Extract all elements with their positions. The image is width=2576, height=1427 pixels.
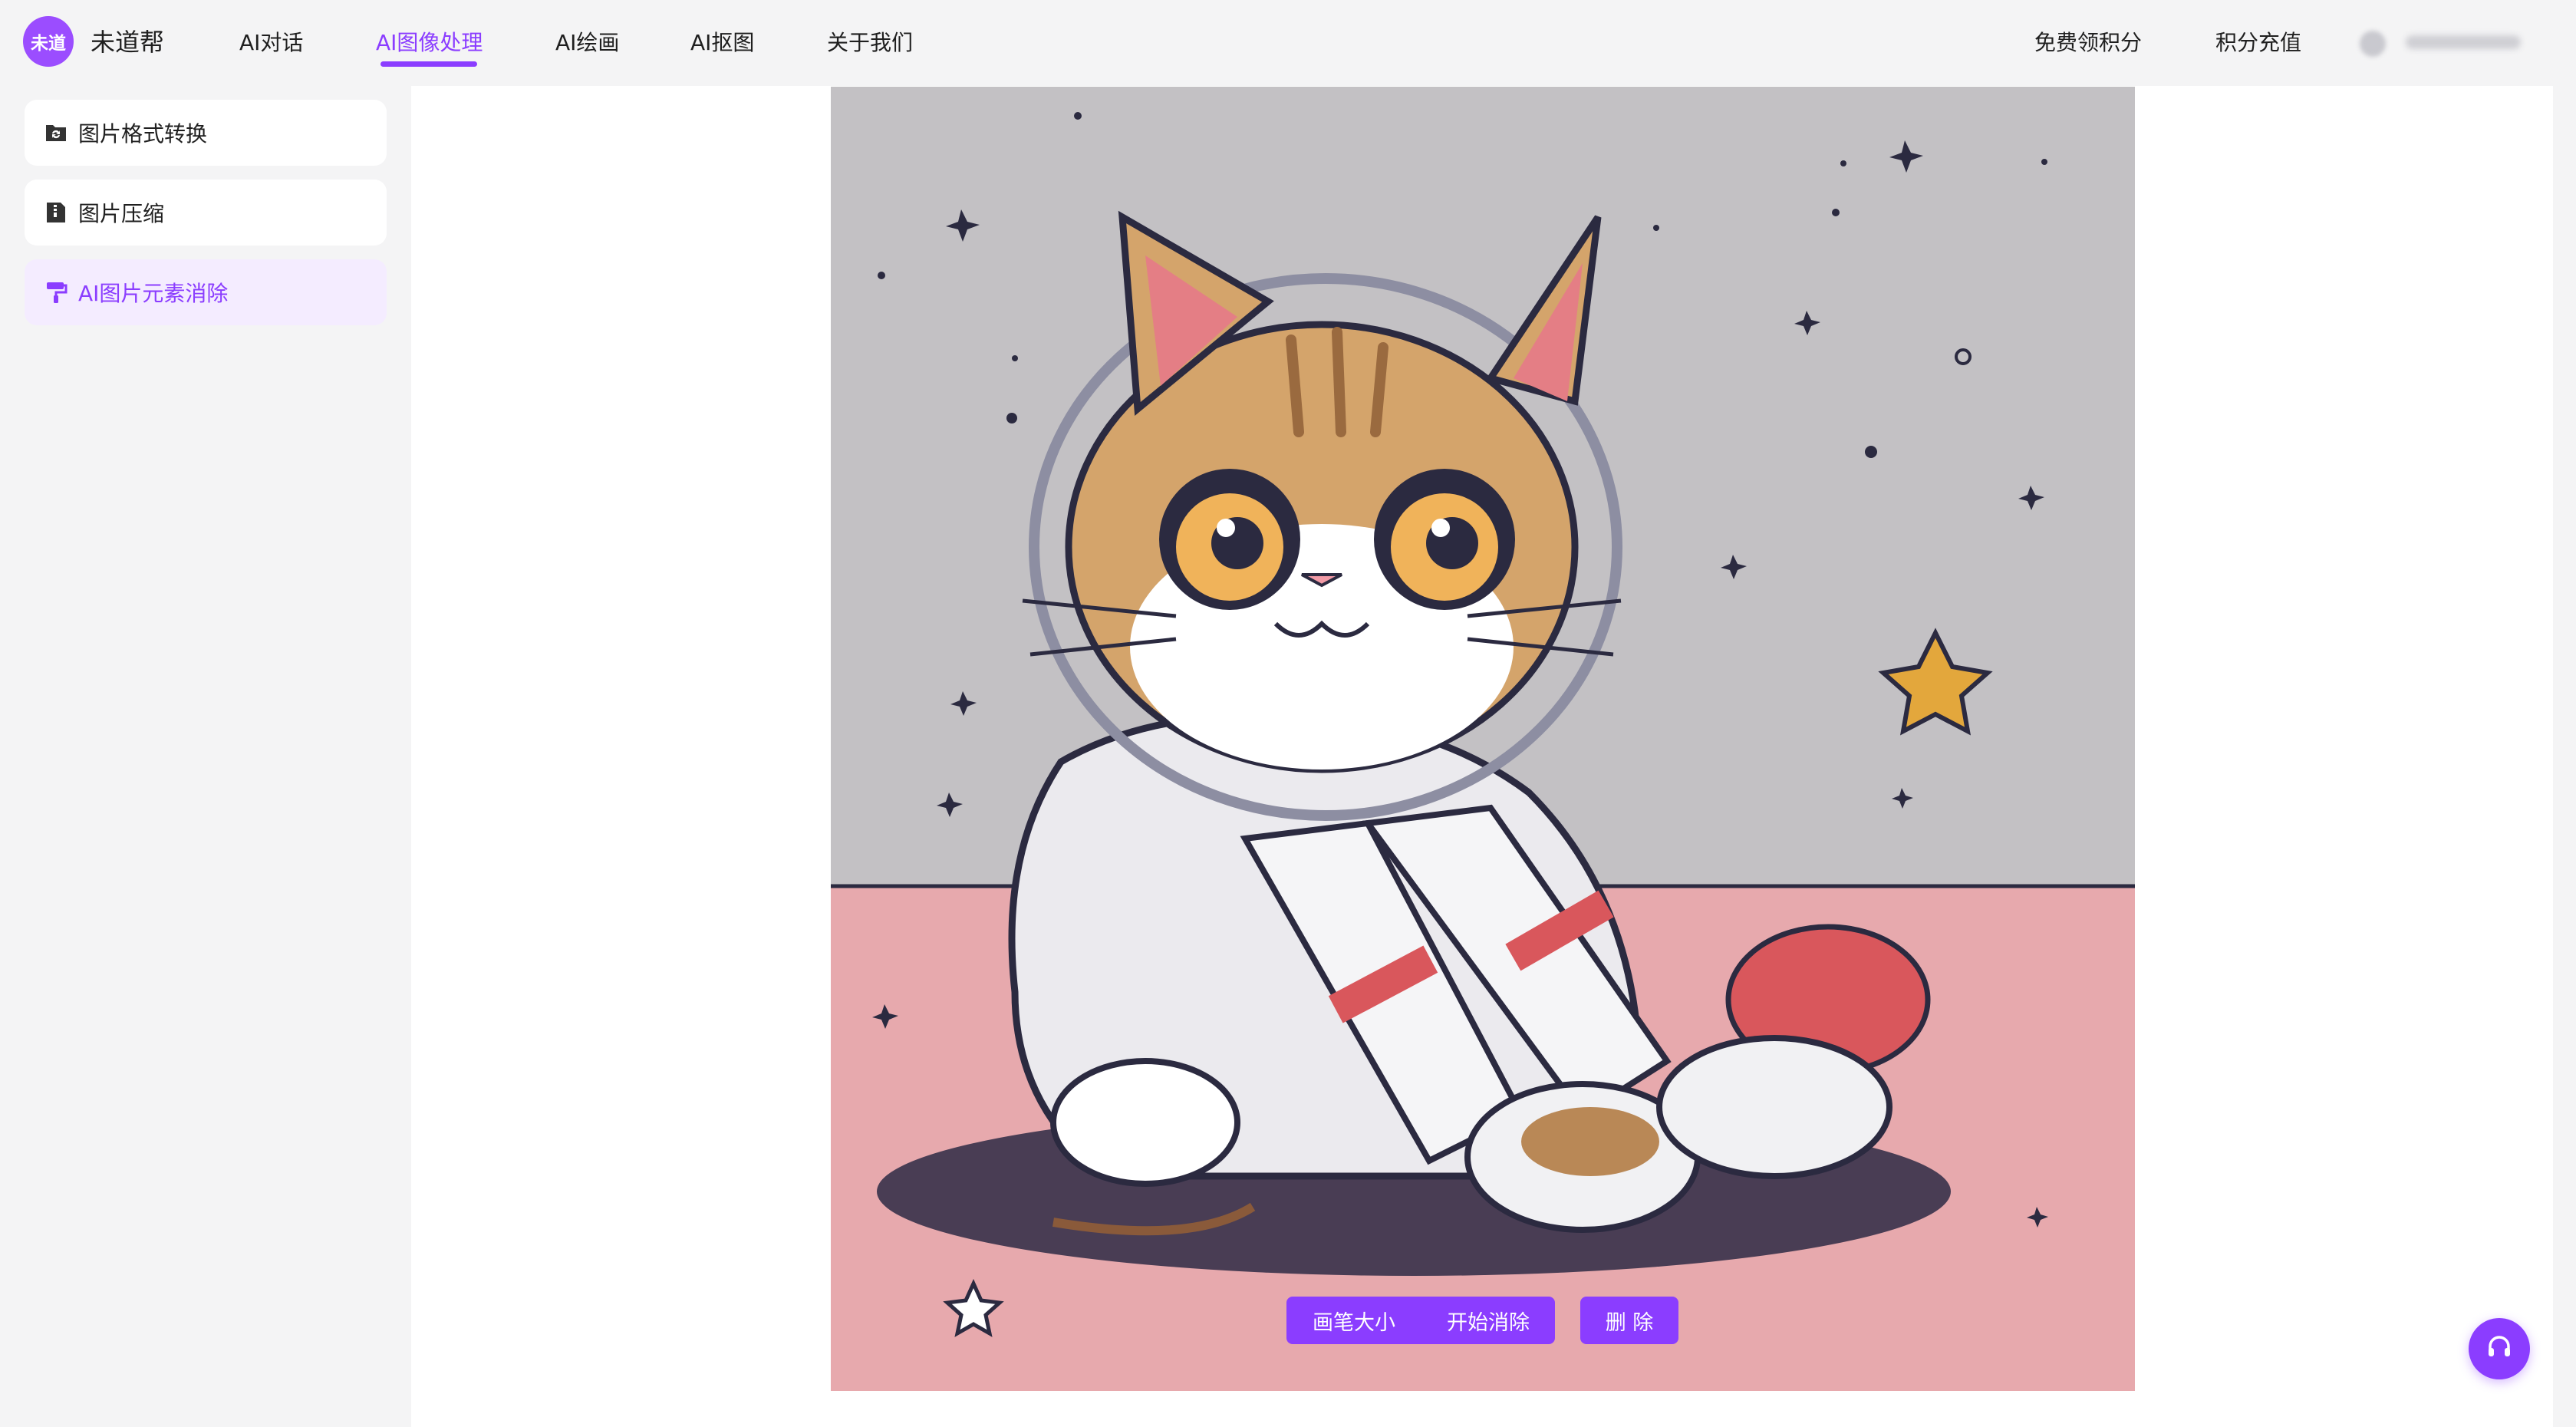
nav-ai-chat[interactable]: AI对话 (239, 26, 303, 57)
user-menu[interactable] (2360, 26, 2528, 57)
logo-badge[interactable]: 未道 (23, 16, 74, 67)
recharge-link[interactable]: 积分充值 (2215, 26, 2301, 57)
username-blurred (2406, 35, 2521, 49)
avatar (2360, 31, 2386, 57)
nav-ai-painting[interactable]: AI绘画 (555, 26, 619, 57)
headset-icon (2485, 1333, 2514, 1365)
nav-about-us[interactable]: 关于我们 (827, 26, 913, 57)
delete-button[interactable]: 删 除 (1580, 1297, 1678, 1344)
nav-active-indicator (380, 61, 477, 67)
sidebar-item-label: AI图片元素消除 (78, 281, 229, 306)
nav-ai-image[interactable]: AI图像处理 (376, 26, 483, 57)
logo-text[interactable]: 未道帮 (91, 23, 164, 58)
folder-convert-icon (43, 120, 69, 146)
paint-roller-icon (43, 279, 69, 305)
sidebar-item-label: 图片压缩 (78, 201, 165, 226)
top-header: 未道 未道帮 AI对话 AI图像处理 AI绘画 AI抠图 关于我们 免费领积分 … (0, 0, 2576, 86)
sidebar-item-format-convert[interactable]: 图片格式转换 (25, 100, 387, 166)
start-erase-button[interactable]: 开始消除 (1421, 1297, 1555, 1344)
nav-ai-cutout[interactable]: AI抠图 (690, 26, 754, 57)
sidebar-item-ai-erase[interactable]: AI图片元素消除 (25, 259, 387, 325)
compress-icon (43, 199, 69, 226)
edit-canvas-image[interactable] (831, 87, 2135, 1391)
customer-support-button[interactable] (2469, 1318, 2530, 1379)
sidebar-item-compress[interactable]: 图片压缩 (25, 180, 387, 246)
sidebar-item-label: 图片格式转换 (78, 121, 208, 147)
brush-size-button[interactable]: 画笔大小 (1286, 1297, 1423, 1344)
free-points-link[interactable]: 免费领积分 (2034, 26, 2142, 57)
